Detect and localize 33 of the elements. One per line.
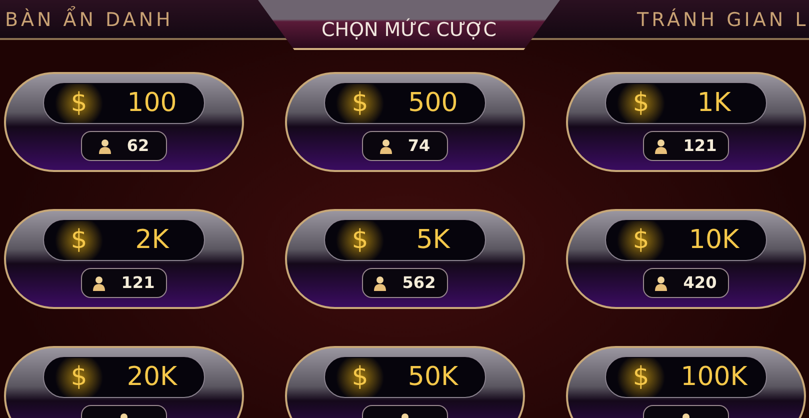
- bet-level-card[interactable]: $ 100 62: [4, 72, 244, 172]
- bet-level-card[interactable]: $ 50K: [285, 346, 525, 418]
- bet-amount: 2K: [134, 224, 170, 256]
- bet-amount: 100K: [680, 360, 749, 394]
- player-count: 121: [683, 135, 717, 157]
- person-icon: [655, 138, 668, 154]
- tab[interactable]: TRÁNH GIAN L: [637, 6, 809, 34]
- person-icon: [98, 138, 111, 154]
- tab[interactable]: BÀN ẨN DANH: [5, 6, 174, 34]
- bet-amount: 100: [126, 86, 178, 120]
- player-count: 121: [121, 272, 155, 294]
- bet-level-card[interactable]: $ 10K 420: [566, 209, 806, 309]
- player-count: 420: [683, 272, 717, 294]
- bet-amount: 20K: [126, 360, 178, 394]
- player-count: 562: [402, 272, 436, 294]
- bet-amount: 1K: [696, 86, 732, 120]
- bet-amount: 10K: [688, 224, 740, 256]
- player-count: 62: [126, 135, 150, 157]
- bet-amount: 50K: [406, 360, 460, 394]
- bet-level-card[interactable]: $ 2K 121: [4, 209, 244, 309]
- person-icon: [380, 138, 392, 154]
- bet-level-card[interactable]: $ 5K 562: [285, 209, 525, 309]
- bet-level-card[interactable]: $ 100K: [566, 346, 806, 418]
- bet-level-card[interactable]: $ 1K 121: [566, 72, 806, 172]
- bet-amount: 500: [407, 86, 459, 120]
- person-icon: [374, 276, 386, 290]
- bet-level-card[interactable]: $ 20K: [4, 346, 244, 418]
- person-icon: [655, 276, 668, 290]
- tab[interactable]: CHỌN MỨC CƯỢC: [258, 0, 560, 50]
- player-count: 74: [408, 135, 430, 157]
- person-icon: [93, 276, 106, 290]
- bet-amount: 5K: [415, 224, 452, 256]
- bet-level-card[interactable]: $ 500 74: [285, 72, 525, 172]
